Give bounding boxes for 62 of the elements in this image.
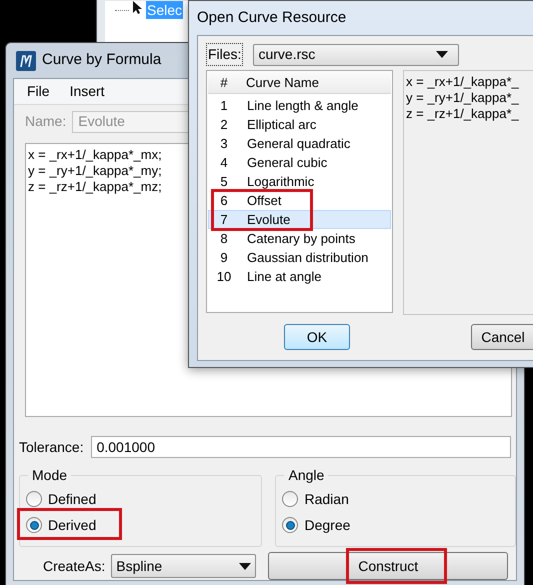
curve-number: 7 [219,210,229,229]
tolerance-field[interactable]: 0.001000 [90,436,511,458]
files-label: Files: [206,43,244,66]
menu-item[interactable]: Insert [70,80,105,102]
preview-line: z = _rz+1/_kappa*_ [406,106,519,122]
curve-number: 4 [219,154,229,172]
radio-label: Derived [48,516,96,534]
files-dropdown[interactable]: curve.rsc [253,44,460,66]
curve-name: Elliptical arc [246,116,316,134]
app-logo-icon [16,50,36,70]
curve-name: Gaussian distribution [246,248,368,267]
dropdown-value: Bspline [116,556,162,576]
construct-button[interactable]: Construct [268,552,508,580]
curve-row[interactable]: 10 Line at angle [208,267,391,286]
radio-button[interactable] [26,491,42,507]
cursor-icon [133,1,142,14]
curve-name: General cubic [246,154,328,172]
curve-number: 8 [219,230,229,248]
create-as-label: CreateAs: [43,556,106,576]
curve-number: 6 [219,192,229,210]
ok-button[interactable]: OK [284,324,350,350]
tolerance-label: Tolerance: [19,438,84,456]
curve-number: 9 [219,248,229,267]
formula-line: z = _rz+1/_kappa*_mz; [28,178,162,195]
dropdown-value: curve.rsc [258,45,316,64]
curve-name: Catenary by points [246,230,356,248]
radio-label: Defined [48,490,96,508]
dropdown-arrow-icon [436,51,448,58]
curve-number: 3 [219,134,229,153]
preview-line: y = _ry+1/_kappa*_ [406,90,519,106]
curve-name: Evolute [246,210,290,229]
create-as-dropdown[interactable]: Bspline [111,554,256,578]
dialog-title: Open Curve Resource [197,8,346,28]
dropdown-arrow-icon [239,562,252,570]
radio-label: Degree [304,516,350,535]
curve-row[interactable]: 4 General cubic [208,153,391,172]
radio-label: Radian [304,490,349,508]
name-label: Name: [25,112,66,132]
preview-line: x = _rx+1/_kappa*_ [406,74,519,90]
curve-name: Line at angle [246,268,322,286]
column-header[interactable]: # [208,72,240,92]
radio-button[interactable] [282,517,298,533]
cancel-button[interactable]: Cancel [471,324,533,350]
curve-name: Logarithmic [246,172,314,191]
curve-row[interactable]: 9 Gaussian distribution [208,248,391,267]
curve-row[interactable]: 5 Logarithmic [208,172,391,191]
window-title: Curve by Formula [42,50,162,70]
radio-button[interactable] [282,491,298,507]
radio-button[interactable] [26,517,42,533]
curve-row[interactable]: 3 General quadratic [208,134,391,153]
curve-number: 10 [216,268,232,286]
curve-name: General quadratic [246,134,350,153]
curve-row[interactable]: 8 Catenary by points [208,229,391,248]
curve-number: 5 [219,172,229,191]
column-header[interactable]: Curve Name [240,72,319,92]
tree-dotted-line [115,10,129,11]
formula-line: x = _rx+1/_kappa*_mx; [28,146,162,163]
formula-line: y = _ry+1/_kappa*_my; [28,162,162,179]
menu-item[interactable]: File [27,80,50,102]
curve-row[interactable]: 7 Evolute [208,210,391,229]
curve-name: Offset [246,192,282,210]
curve-name: Line length & angle [246,96,358,115]
